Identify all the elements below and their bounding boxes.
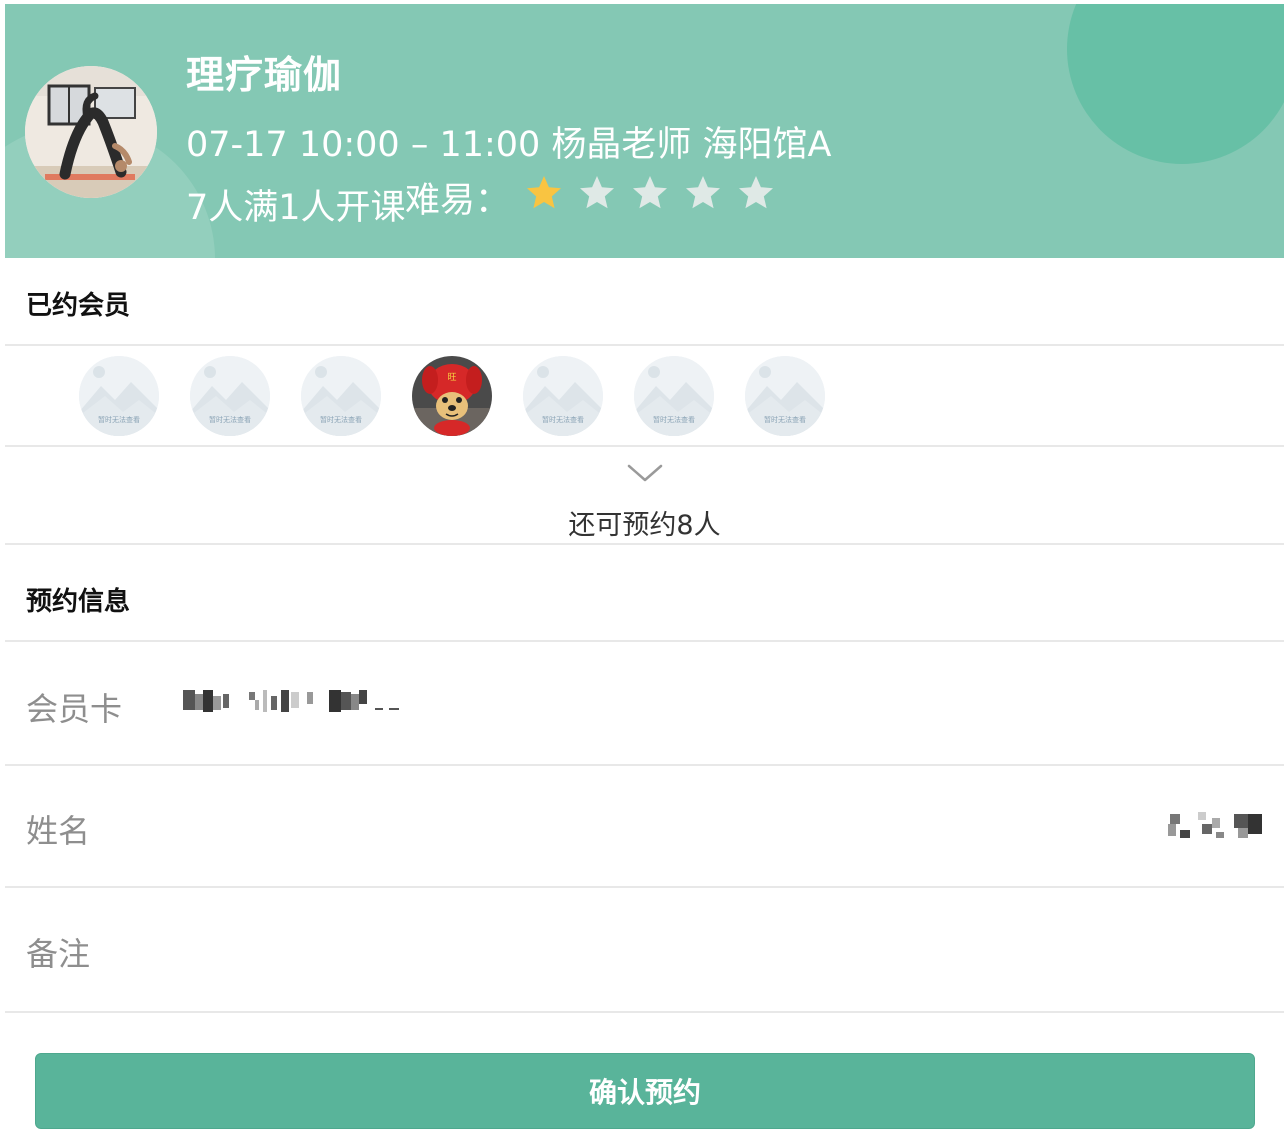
name-label: 姓名 [26,812,91,850]
difficulty-stars [525,174,775,212]
member-avatar[interactable]: 暂时无法查看 [301,356,381,436]
avatar-photo: 旺 [412,356,492,436]
divider [5,886,1284,888]
remark-label: 备注 [26,935,91,973]
confirm-booking-button[interactable]: 确认预约 [35,1053,1255,1129]
avatar-caption: 暂时无法查看 [320,416,362,424]
difficulty-label: 难易： [405,181,511,221]
divider [5,1011,1284,1013]
booking-info-title: 预约信息 [26,587,131,617]
avatar-caption: 暂时无法查看 [542,416,584,424]
member-avatar[interactable]: 暂时无法查看 [523,356,603,436]
member-card-label: 会员卡 [26,690,123,728]
booking-page: 理疗瑜伽 07-17 10:00 – 11:00 杨晶老师 海阳馆A 7人满1人… [5,0,1284,1134]
divider [5,445,1284,447]
divider [5,640,1284,642]
decor-bubble [1067,4,1284,164]
avatar-caption: 暂时无法查看 [764,416,806,424]
course-header: 理疗瑜伽 07-17 10:00 – 11:00 杨晶老师 海阳馆A 7人满1人… [5,4,1284,258]
star-filled-icon [527,176,561,209]
member-avatar[interactable]: 暂时无法查看 [190,356,270,436]
divider [5,764,1284,766]
course-info: 07-17 10:00 – 11:00 杨晶老师 海阳馆A [186,125,832,165]
member-avatar[interactable]: 暂时无法查看 [634,356,714,436]
name-value-masked[interactable] [1168,810,1266,842]
chevron-down-icon[interactable] [625,462,665,486]
member-avatar-list: 暂时无法查看 暂时无法查看 暂时无法查看 旺暂时无法查看 暂时无法查看 暂时无法查看 [79,356,825,436]
svg-text:旺: 旺 [447,372,456,383]
star-empty-icon [633,176,667,209]
course-photo [25,66,157,198]
divider [5,543,1284,545]
avatar-caption: 暂时无法查看 [209,416,251,424]
remaining-slots: 还可预约8人 [568,510,721,541]
star-empty-icon [686,176,720,209]
course-title: 理疗瑜伽 [186,53,343,97]
avatar-caption: 暂时无法查看 [653,416,695,424]
course-capacity: 7人满1人开课 [186,188,406,228]
member-avatar[interactable]: 暂时无法查看 [79,356,159,436]
avatar-caption: 暂时无法查看 [98,416,140,424]
member-avatar[interactable]: 旺 [412,356,492,436]
divider [5,344,1284,346]
remark-input[interactable] [165,905,1265,995]
member-avatar[interactable]: 暂时无法查看 [745,356,825,436]
star-empty-icon [580,176,614,209]
member-card-value-masked[interactable] [183,686,405,716]
booked-members-title: 已约会员 [26,291,131,321]
star-empty-icon [739,176,773,209]
